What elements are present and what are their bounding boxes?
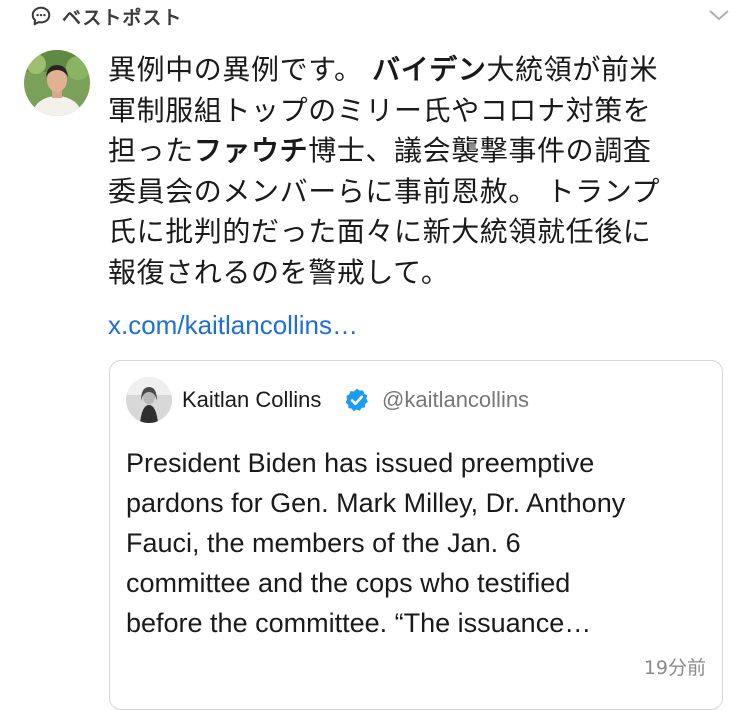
post-text-emphasis: ファウチ <box>193 134 309 167</box>
speech-bubble-icon <box>31 6 51 26</box>
quote-author-avatar[interactable] <box>126 377 172 423</box>
post-text-line: 軍制服組トップのミリー氏やコロナ対策を <box>108 91 718 132</box>
post-text-segment: 異例中の異例です。 <box>108 53 373 86</box>
post-text-segment: 担った <box>108 134 194 167</box>
post-text-line: 異例中の異例です。 バイデン大統領が前米 <box>108 50 718 91</box>
post-text-segment: 委員会のメンバーらに事前恩赦。 トランプ <box>108 174 661 208</box>
post-text-segment: 博士、議会襲撃事件の調査 <box>308 134 652 167</box>
post-text-segment: 大統領が前米 <box>486 53 659 86</box>
post-text-line: 委員会のメンバーらに事前恩赦。 トランプ <box>108 172 718 213</box>
post-text-emphasis: バイデン <box>372 53 487 86</box>
quote-timestamp: 19分前 <box>643 657 706 679</box>
verified-badge-icon <box>345 388 368 412</box>
quote-body-line: before the committee. “The issuance… <box>126 608 592 638</box>
quote-author-handle[interactable]: @kaitlancollins <box>382 387 529 413</box>
quote-body-line: pardons for Gen. Mark Milley, Dr. Anthon… <box>126 488 626 518</box>
post-text: 異例中の異例です。 バイデン大統領が前米 軍制服組トップのミリー氏やコロナ対策を担… <box>108 50 718 293</box>
section-header: ベストポスト <box>30 2 182 30</box>
quote-body-line: Fauci, the members of the Jan. 6 <box>126 528 521 558</box>
quote-author-name[interactable]: Kaitlan Collins <box>182 387 321 413</box>
post-link[interactable]: x.com/kaitlancollins… <box>108 310 358 341</box>
post-text-segment: 氏に批判的だった面々に新大統領就任後に <box>108 215 652 248</box>
quote-body: President Biden has issued preemptive pa… <box>126 443 706 643</box>
quote-card[interactable]: Kaitlan Collins @kaitlancollins Presiden… <box>109 360 723 710</box>
post-text-segment: 軍制服組トップのミリー氏やコロナ対策を <box>108 93 652 127</box>
quote-body-line: committee and the cops who testified <box>126 568 571 598</box>
quote-body-line: President Biden has issued preemptive <box>126 448 595 478</box>
section-title: ベストポスト <box>62 6 183 29</box>
author-avatar[interactable] <box>24 50 90 116</box>
post-text-line: 氏に批判的だった面々に新大統領就任後に <box>108 212 718 253</box>
post-text-segment: 報復されるのを警戒して。 <box>108 255 450 289</box>
post-text-line: 担ったファウチ博士、議会襲撃事件の調査 <box>108 131 718 172</box>
post-text-line: 報復されるのを警戒して。 <box>108 253 718 294</box>
chevron-down-icon[interactable] <box>707 5 731 25</box>
